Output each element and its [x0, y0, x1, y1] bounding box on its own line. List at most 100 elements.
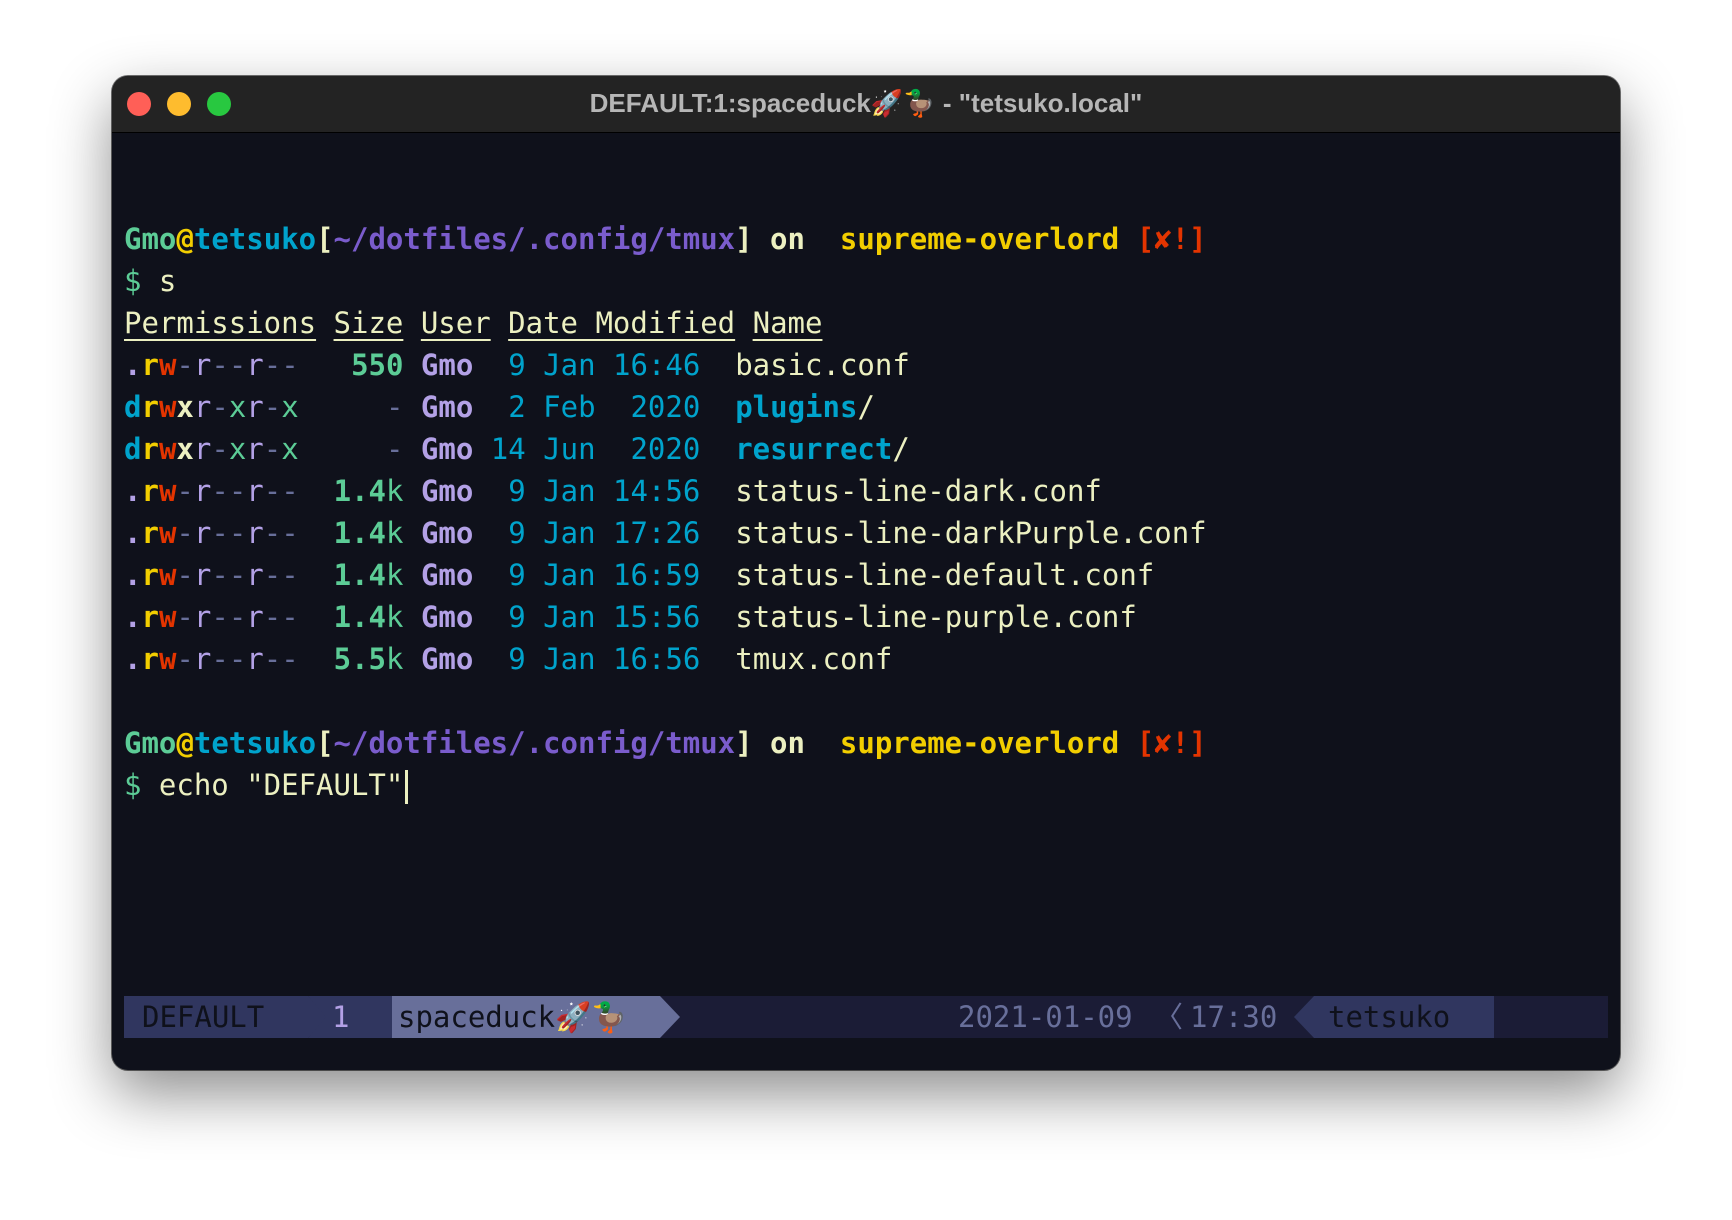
permission-char: -	[281, 516, 299, 550]
permission-char: -	[211, 432, 229, 466]
permission-char: .	[124, 558, 142, 592]
permission-char: r	[246, 348, 264, 382]
permission-char: -	[176, 642, 194, 676]
permission-char: -	[263, 432, 282, 466]
prompt-branch: supreme-overlord	[822, 222, 1120, 256]
prompt-at: @	[176, 726, 194, 760]
listing-row[interactable]: .rw-r--r-- 550 Gmo 9 Jan 16:46 basic.con…	[124, 344, 1608, 386]
permission-char: -	[228, 516, 247, 550]
permission-char: -	[211, 474, 229, 508]
listing-row[interactable]: drwxr-xr-x - Gmo 14 Jun 2020 resurrect/	[124, 428, 1608, 470]
permission-char: -	[228, 600, 247, 634]
permission-char: x	[228, 432, 247, 466]
size-unit: k	[386, 558, 404, 592]
prompt-git-status: [✘!]	[1119, 222, 1207, 256]
permission-char: r	[193, 600, 212, 634]
permission-char: x	[281, 432, 299, 466]
prompt-host: tetsuko	[193, 222, 317, 256]
user-cell: Gmo	[420, 558, 474, 592]
permission-char: w	[158, 390, 177, 424]
permission-char: -	[176, 516, 194, 550]
bracket: [	[316, 222, 334, 256]
listing-row[interactable]: .rw-r--r-- 1.4k Gmo 9 Jan 16:59 status-l…	[124, 554, 1608, 596]
size-number: 1.4	[333, 516, 386, 550]
permission-char: r	[193, 432, 212, 466]
date-cell: 9 Jan 17:26	[490, 516, 701, 550]
permission-char: r	[141, 558, 159, 592]
permission-char: -	[228, 642, 247, 676]
permission-char: -	[211, 390, 229, 424]
permission-char: -	[281, 642, 299, 676]
permissions-cell: .rw-r--r--	[124, 600, 299, 634]
permission-char: -	[211, 600, 229, 634]
window-title: DEFAULT:1:spaceduck🚀🦆 - "tetsuko.local"	[589, 88, 1143, 118]
listing-row[interactable]: .rw-r--r-- 5.5k Gmo 9 Jan 16:56 tmux.con…	[124, 638, 1608, 680]
dir-slash: /	[892, 432, 910, 466]
permission-char: .	[124, 516, 142, 550]
permission-char: r	[141, 600, 159, 634]
size-cell: 5.5k	[334, 642, 404, 676]
date-cell: 9 Jan 16:46	[490, 348, 701, 382]
prompt-on: on	[752, 222, 823, 256]
size-cell: 1.4k	[334, 600, 404, 634]
command-text: s	[158, 264, 177, 298]
permission-char: -	[228, 348, 247, 382]
permission-char: r	[193, 642, 212, 676]
listing-row[interactable]: .rw-r--r-- 1.4k Gmo 9 Jan 14:56 status-l…	[124, 470, 1608, 512]
permission-char: -	[176, 600, 194, 634]
user-cell: Gmo	[420, 348, 474, 382]
directory-name: plugins	[735, 390, 858, 424]
listing-row[interactable]: .rw-r--r-- 1.4k Gmo 9 Jan 15:56 status-l…	[124, 596, 1608, 638]
permission-char: w	[158, 642, 177, 676]
permission-char: -	[176, 348, 194, 382]
size-cell: 1.4k	[334, 474, 404, 508]
listing-row[interactable]: drwxr-xr-x - Gmo 2 Feb 2020 plugins/	[124, 386, 1608, 428]
file-name: status-line-darkPurple.conf	[735, 516, 1207, 550]
permissions-cell: drwxr-xr-x	[124, 432, 299, 466]
prompt-dollar: $	[124, 264, 159, 298]
column-header: User	[420, 306, 491, 340]
user-cell: Gmo	[420, 390, 474, 424]
permission-char: -	[263, 516, 282, 550]
column-header: Size	[333, 306, 404, 340]
prompt-path: ~/dotfiles/.config/tmux	[333, 726, 736, 760]
title-bar[interactable]: DEFAULT:1:spaceduck🚀🦆 - "tetsuko.local"	[112, 76, 1620, 133]
user-cell: Gmo	[420, 432, 474, 466]
permission-char: x	[176, 432, 194, 466]
permission-char: -	[176, 474, 194, 508]
listing-row[interactable]: .rw-r--r-- 1.4k Gmo 9 Jan 17:26 status-l…	[124, 512, 1608, 554]
user-cell: Gmo	[420, 642, 474, 676]
permission-char: -	[263, 558, 282, 592]
permission-char: r	[246, 474, 264, 508]
permission-char: r	[246, 600, 264, 634]
permission-char: x	[228, 390, 247, 424]
permission-char: x	[176, 390, 194, 424]
prompt-host: tetsuko	[193, 726, 317, 760]
permission-char: -	[211, 558, 229, 592]
permission-char: -	[281, 474, 299, 508]
terminal-output[interactable]: Gmo@tetsuko[~/dotfiles/.config/tmux] on …	[124, 176, 1608, 806]
permission-char: d	[124, 390, 142, 424]
user-cell: Gmo	[420, 600, 474, 634]
permission-char: w	[158, 474, 177, 508]
permission-char: -	[281, 348, 299, 382]
permission-char: .	[124, 642, 142, 676]
date-cell: 14 Jun 2020	[490, 432, 701, 466]
status-window-name[interactable]: spaceduck🚀🦆	[392, 996, 680, 1038]
